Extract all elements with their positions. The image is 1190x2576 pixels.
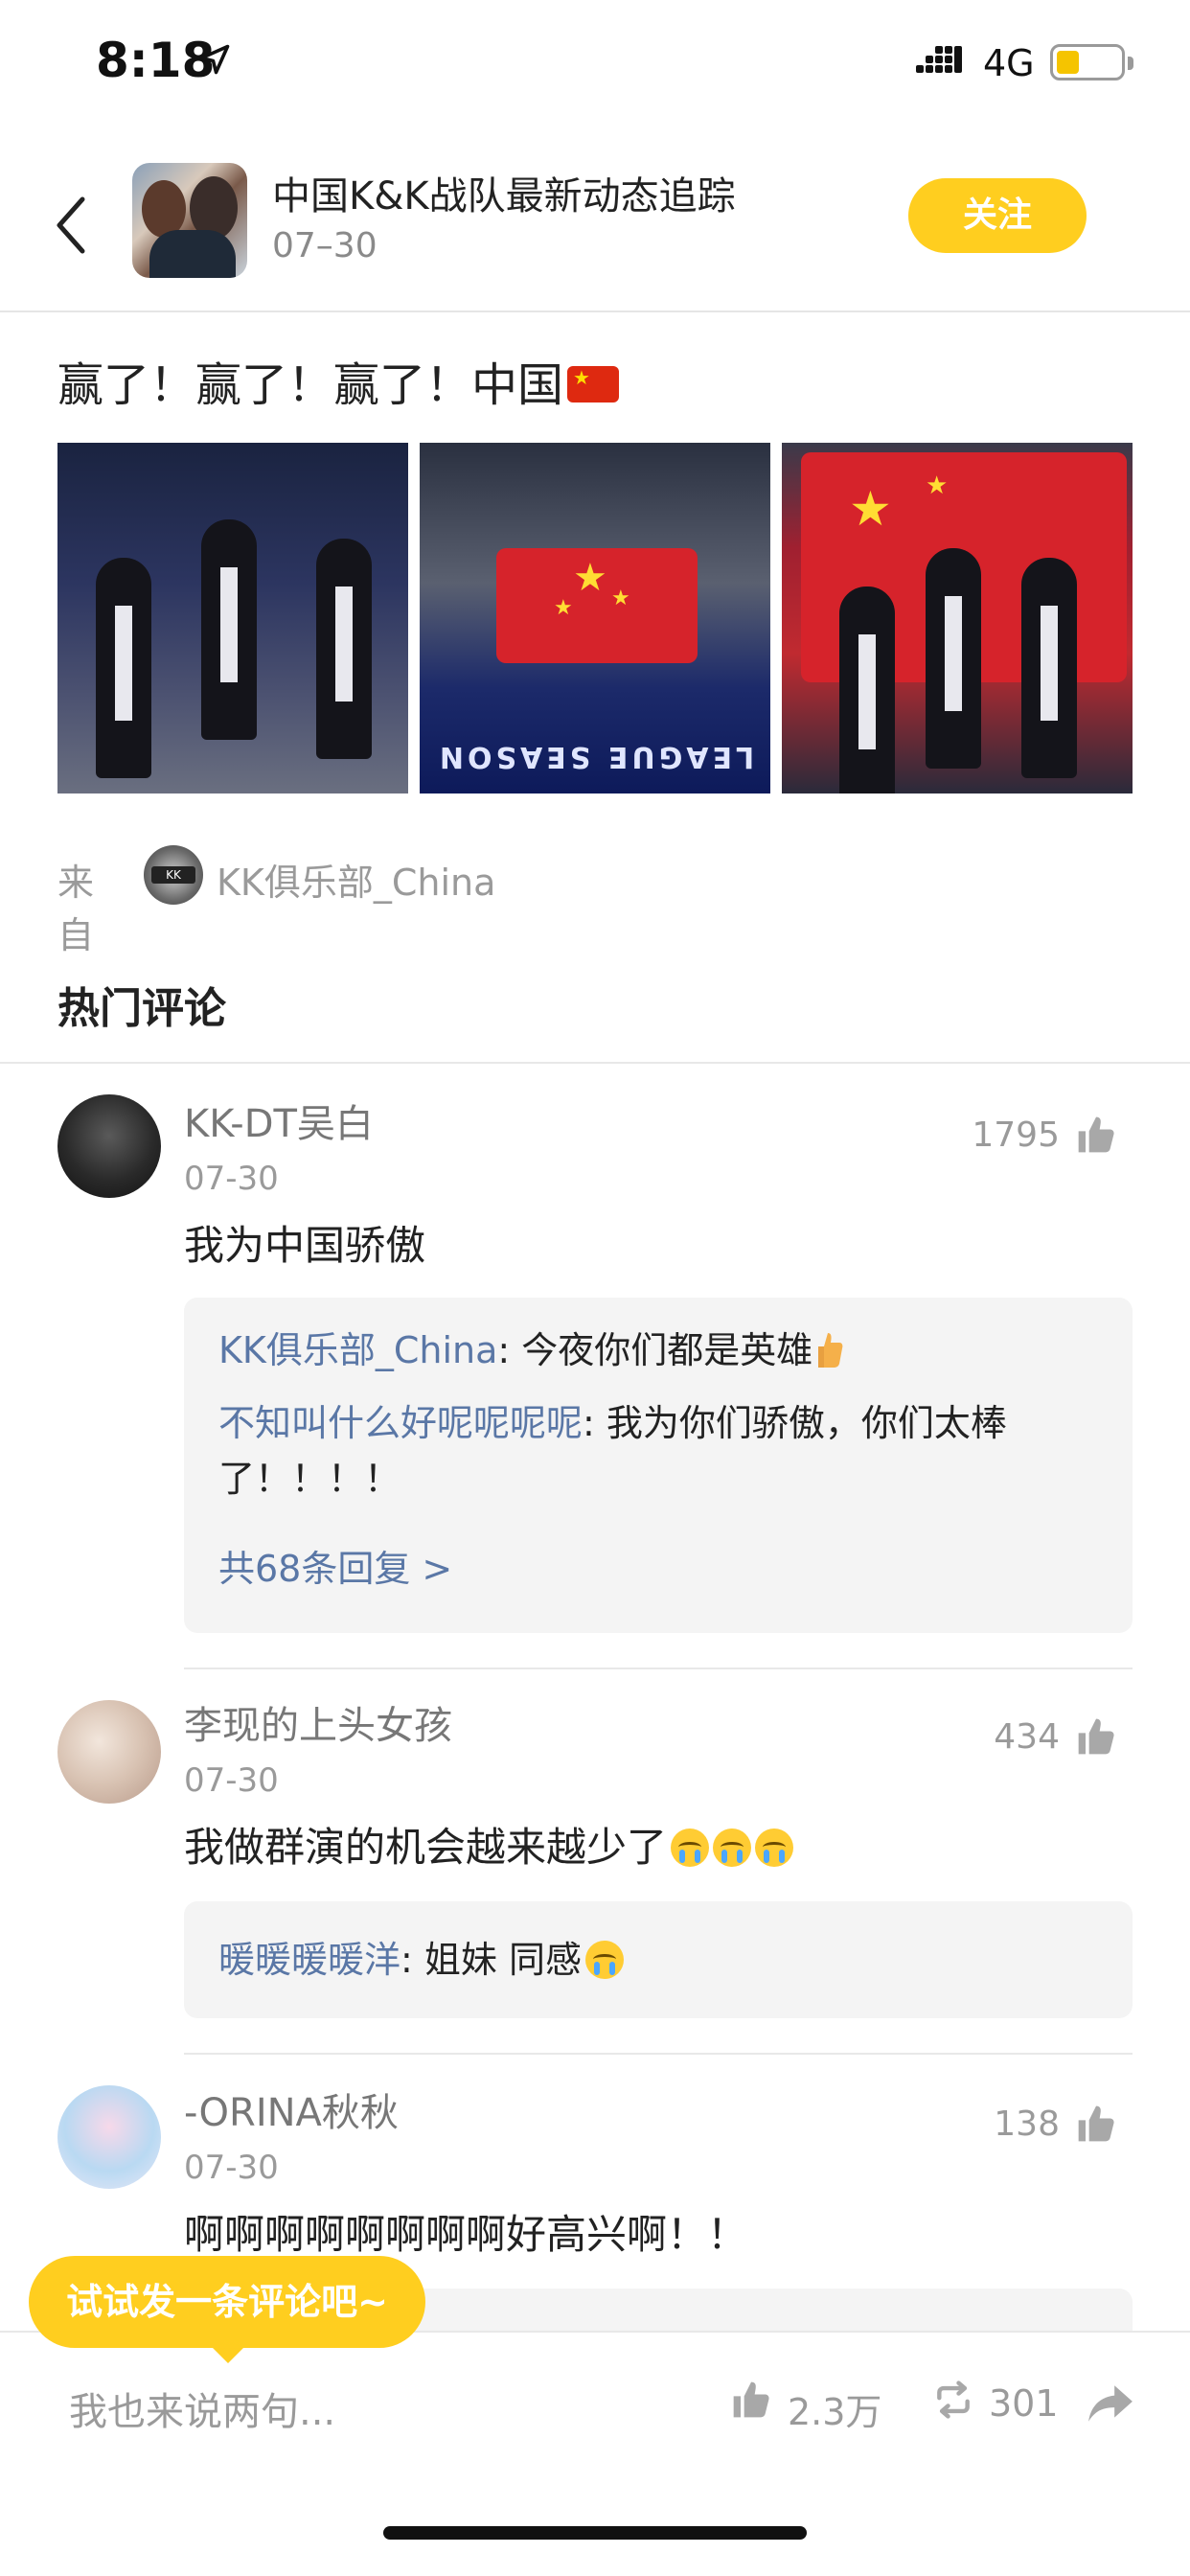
home-indicator[interactable]	[383, 2526, 807, 2540]
post-text: 赢了！赢了！赢了！中国 ★	[57, 347, 620, 414]
comment-text: 我做群演的机会越来越少了	[184, 1815, 794, 1874]
reply-text: : 今夜你们都是英雄	[497, 1329, 813, 1371]
battery-fill	[1057, 51, 1079, 74]
source-avatar[interactable]: KK	[144, 845, 203, 905]
post-text-content: 赢了！赢了！赢了！中国	[57, 358, 564, 412]
crying-emoji-icon	[584, 1940, 624, 1979]
comment-date: 07-30	[184, 2149, 279, 2187]
post-header: 中国K&K战队最新动态追踪 07–30 关注	[0, 144, 1190, 312]
location-arrow-icon	[199, 44, 230, 75]
network-type: 4G	[983, 42, 1035, 84]
photo-2[interactable]: ★ ★ ★ LEAGUE SEASON	[420, 443, 770, 794]
comment-separator	[184, 1668, 1133, 1669]
photo-3[interactable]: ★ ★	[782, 443, 1133, 794]
comment-separator	[184, 2053, 1133, 2055]
like-count: 434	[994, 1717, 1060, 1757]
thumbs-up-icon[interactable]	[1075, 1114, 1117, 1156]
thumbs-up-icon[interactable]	[1075, 2103, 1117, 2145]
follow-button[interactable]: 关注	[908, 178, 1087, 253]
battery-icon	[1050, 44, 1133, 80]
channel-title[interactable]: 中国K&K战队最新动态追踪	[272, 165, 736, 220]
reply-item: 暖暖暖暖洋: 姐妹 同感	[218, 1932, 1081, 1988]
like-count: 2.3万	[788, 2391, 882, 2433]
china-flag-icon: ★	[567, 366, 620, 402]
post-date: 07–30	[272, 226, 378, 265]
comment-prompt-tooltip[interactable]: 试试发一条评论吧~	[29, 2256, 425, 2363]
photo-1[interactable]	[57, 443, 408, 794]
view-all-replies-link[interactable]: 共68条回复 >	[218, 1539, 452, 1592]
reply-item: 不知叫什么好呢呢呢呢: 我为你们骄傲，你们太棒了！！！！	[218, 1395, 1081, 1506]
comment-text-content: 我做群演的机会越来越少了	[184, 1824, 668, 1871]
commenter-avatar[interactable]	[57, 1700, 161, 1804]
comment-text: 我为中国骄傲	[184, 1222, 426, 1269]
reply-author[interactable]: 暖暖暖暖洋	[218, 1939, 400, 1981]
channel-avatar[interactable]	[132, 163, 247, 278]
crying-emoji-icon	[755, 1828, 794, 1867]
commenter-name[interactable]: -ORINA秋秋	[184, 2082, 399, 2137]
repost-icon	[937, 2380, 970, 2419]
status-bar: 8:18 4G	[0, 0, 1190, 134]
comment-date: 07-30	[184, 1160, 279, 1198]
like-count: 1795	[972, 1116, 1060, 1155]
hot-comments-title: 热门评论	[57, 984, 226, 1033]
commenter-avatar[interactable]	[57, 1094, 161, 1198]
comment-text: 啊啊啊啊啊啊啊啊好高兴啊！！	[184, 2211, 748, 2258]
back-arrow-icon[interactable]	[48, 192, 96, 259]
crying-emoji-icon	[713, 1828, 752, 1867]
reply-item: KK俱乐部_China: 今夜你们都是英雄	[218, 1322, 1081, 1378]
signal-dots-icon	[916, 46, 962, 73]
section-divider	[0, 1062, 1190, 1064]
reply-author[interactable]: 不知叫什么好呢呢呢呢	[218, 1402, 583, 1444]
tooltip-text: 试试发一条评论吧~	[66, 2281, 388, 2323]
source-label: 来自	[57, 862, 95, 956]
reply-box: KK俱乐部_China: 今夜你们都是英雄 不知叫什么好呢呢呢呢: 我为你们骄傲…	[184, 1298, 1133, 1633]
reply-text: : 姐妹 同感	[400, 1939, 582, 1981]
photo-grid: ★ ★ ★ LEAGUE SEASON ★ ★	[57, 443, 1133, 794]
commenter-name[interactable]: KK-DT吴白	[184, 1092, 374, 1148]
comment-date: 07-30	[184, 1761, 279, 1800]
reply-author[interactable]: KK俱乐部_China	[218, 1329, 497, 1371]
reply-box: 暖暖暖暖洋: 姐妹 同感	[184, 1901, 1133, 2018]
commenter-name[interactable]: 李现的上头女孩	[184, 1694, 452, 1750]
repost-count: 301	[989, 2382, 1059, 2425]
repost-button[interactable]: 301	[931, 2379, 1059, 2428]
thumbs-up-icon[interactable]	[1075, 1715, 1117, 1758]
crying-emoji-icon	[671, 1828, 710, 1867]
like-count: 138	[994, 2104, 1060, 2144]
thumbs-up-icon	[733, 2381, 769, 2418]
share-arrow-icon[interactable]	[1087, 2379, 1134, 2428]
thumbs-up-emoji-icon	[818, 1332, 843, 1368]
comment-input[interactable]: 我也来说两句...	[69, 2380, 335, 2436]
photo-caption: LEAGUE SEASON	[435, 740, 755, 773]
source-name[interactable]: KK俱乐部_China	[217, 853, 495, 906]
like-button[interactable]: 2.3万	[730, 2379, 883, 2433]
commenter-avatar[interactable]	[57, 2085, 161, 2189]
